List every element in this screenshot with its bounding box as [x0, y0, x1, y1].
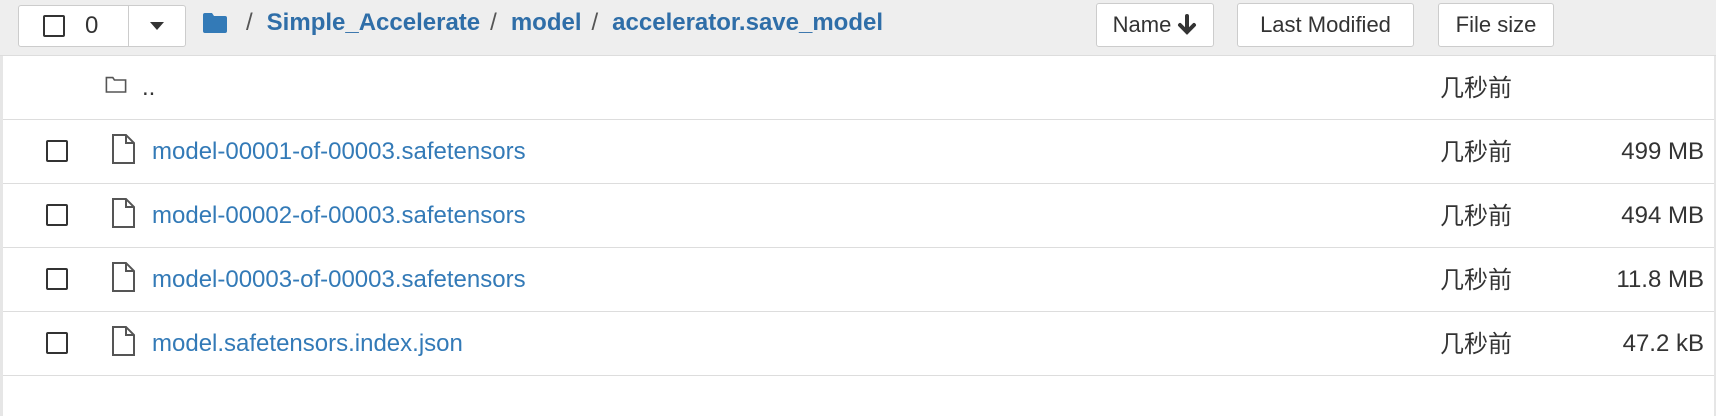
- row-checkbox[interactable]: [46, 268, 68, 290]
- file-name-link[interactable]: model-00003-of-00003.safetensors: [152, 248, 526, 312]
- breadcrumb-separator: /: [246, 9, 253, 36]
- select-all-checkbox[interactable]: [43, 15, 65, 37]
- folder-icon[interactable]: [202, 12, 228, 34]
- file-size: 494 MB: [1621, 202, 1704, 229]
- row-checkbox[interactable]: [46, 204, 68, 226]
- sort-file-size-label: File size: [1455, 12, 1537, 37]
- file-list-header: 0 / Simple_Accelerate / model / accelera…: [0, 0, 1716, 56]
- table-row[interactable]: model-00002-of-00003.safetensors 几秒前 494…: [0, 184, 1716, 248]
- table-row[interactable]: model.safetensors.index.json 几秒前 47.2 kB: [0, 312, 1716, 376]
- last-modified: 几秒前: [1440, 330, 1512, 358]
- select-dropdown-button[interactable]: [129, 6, 185, 46]
- file-name-link[interactable]: model.safetensors.index.json: [152, 312, 463, 376]
- row-checkbox[interactable]: [46, 140, 68, 162]
- breadcrumb-separator: /: [490, 9, 497, 36]
- file-icon: [112, 262, 135, 292]
- file-icon: [112, 326, 135, 356]
- arrow-down-icon: [1178, 14, 1197, 35]
- table-row[interactable]: model-00001-of-00003.safetensors 几秒前 499…: [0, 120, 1716, 184]
- breadcrumb-separator: /: [591, 9, 599, 36]
- caret-down-icon: [150, 22, 164, 30]
- file-icon: [112, 198, 135, 228]
- left-border: [0, 56, 3, 416]
- table-row[interactable]: model-00003-of-00003.safetensors 几秒前 11.…: [0, 248, 1716, 312]
- folder-outline-icon: [105, 76, 127, 93]
- parent-folder-link[interactable]: ..: [142, 56, 155, 120]
- sort-name-label: Name: [1112, 12, 1172, 37]
- file-size: 47.2 kB: [1622, 330, 1704, 357]
- breadcrumb: / Simple_Accelerate / model / accelerato…: [202, 0, 883, 46]
- file-name-link[interactable]: model-00001-of-00003.safetensors: [152, 120, 526, 184]
- file-size: 11.8 MB: [1616, 266, 1704, 293]
- sort-last-modified-label: Last Modified: [1260, 12, 1391, 37]
- select-all-button[interactable]: 0: [19, 6, 129, 46]
- file-size: 499 MB: [1621, 138, 1704, 165]
- list-item-parent-folder[interactable]: .. 几秒前: [0, 56, 1716, 120]
- sort-by-name-button[interactable]: Name: [1096, 3, 1214, 47]
- last-modified: 几秒前: [1440, 138, 1512, 166]
- file-icon: [112, 134, 135, 164]
- last-modified: 几秒前: [1440, 266, 1512, 294]
- sort-by-last-modified-button[interactable]: Last Modified: [1237, 3, 1414, 47]
- breadcrumb-link-model[interactable]: model: [511, 9, 582, 37]
- sort-by-file-size-button[interactable]: File size: [1438, 3, 1554, 47]
- file-name-link[interactable]: model-00002-of-00003.safetensors: [152, 184, 526, 248]
- selected-count: 0: [85, 12, 99, 39]
- select-all-group[interactable]: 0: [18, 5, 186, 47]
- last-modified: 几秒前: [1440, 202, 1512, 230]
- row-checkbox[interactable]: [46, 332, 68, 354]
- last-modified: 几秒前: [1440, 74, 1512, 102]
- breadcrumb-link-simple-accelerate[interactable]: Simple_Accelerate: [267, 9, 480, 37]
- breadcrumb-link-current[interactable]: accelerator.save_model: [612, 9, 883, 37]
